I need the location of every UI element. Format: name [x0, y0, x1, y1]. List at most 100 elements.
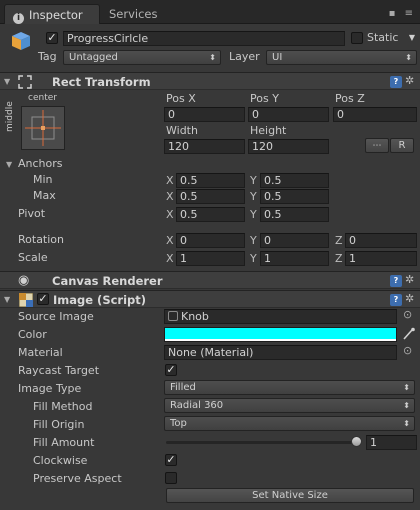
object-name-field[interactable]: ProgressCirlcle [63, 31, 345, 46]
width-header: Width [166, 124, 198, 137]
anchors-label: Anchors [18, 157, 63, 170]
rotation-label: Rotation [18, 233, 65, 246]
preserve-aspect-checkbox[interactable] [165, 472, 177, 484]
pivot-x-axis-label: X [166, 208, 174, 221]
tag-dropdown[interactable]: Untagged ⬍ [63, 50, 221, 65]
rotation-y-field[interactable]: 0 [260, 233, 329, 248]
fill-amount-field[interactable]: 1 [366, 435, 417, 450]
source-image-field[interactable]: Knob [164, 309, 397, 324]
help-icon[interactable]: ? [390, 275, 402, 287]
pos-y-field[interactable]: 0 [248, 107, 329, 122]
static-label: Static [367, 31, 399, 44]
pivot-label: Pivot [18, 207, 46, 220]
clockwise-label: Clockwise [33, 454, 88, 467]
pivot-y-field[interactable]: 0.5 [260, 207, 329, 222]
material-field[interactable]: None (Material) [164, 345, 397, 360]
gear-icon[interactable]: ✲ [405, 293, 417, 305]
pivot-x-field[interactable]: 0.5 [176, 207, 245, 222]
raycast-target-label: Raycast Target [18, 364, 100, 377]
fold-arrow-icon[interactable]: ▼ [4, 295, 10, 304]
sprite-icon [168, 311, 178, 321]
clockwise-checkbox[interactable]: ✓ [165, 454, 177, 466]
active-checkbox[interactable]: ✓ [46, 32, 58, 44]
fill-amount-slider-handle[interactable] [351, 436, 362, 447]
anchor-min-y-field[interactable]: 0.5 [260, 173, 329, 188]
rot-y-axis-label: Y [250, 234, 257, 247]
help-icon[interactable]: ? [390, 294, 402, 306]
object-picker-icon[interactable]: ⊙ [403, 308, 412, 321]
fill-amount-slider-track[interactable] [166, 441, 358, 444]
source-image-label: Source Image [18, 310, 94, 323]
max-x-axis-label: X [166, 190, 174, 203]
color-label: Color [18, 328, 47, 341]
pos-y-header: Pos Y [250, 92, 279, 105]
static-checkbox[interactable] [351, 32, 363, 44]
anchor-horizontal-label: center [28, 93, 57, 103]
rect-transform-header[interactable]: ▼ Rect Transform ? ✲ [0, 72, 420, 90]
gear-icon[interactable]: ✲ [405, 274, 417, 286]
scale-y-axis-label: Y [250, 252, 257, 265]
raycast-target-checkbox[interactable]: ✓ [165, 364, 177, 376]
preserve-aspect-label: Preserve Aspect [33, 472, 122, 485]
eyedropper-icon[interactable] [402, 327, 415, 341]
anchor-vertical-label: middle [5, 101, 15, 132]
scale-z-field[interactable]: 1 [345, 251, 417, 266]
tab-services[interactable]: Services [101, 4, 171, 24]
material-label: Material [18, 346, 63, 359]
window-menu-icon[interactable]: ▪ ≡ [389, 8, 416, 19]
color-swatch[interactable] [164, 327, 397, 342]
min-y-axis-label: Y [250, 174, 257, 187]
layer-label: Layer [229, 50, 260, 63]
rotation-z-field[interactable]: 0 [345, 233, 417, 248]
rect-transform-title: Rect Transform [52, 75, 151, 89]
image-script-title: Image (Script) [53, 293, 147, 307]
anchor-min-x-field[interactable]: 0.5 [176, 173, 245, 188]
pos-x-header: Pos X [166, 92, 196, 105]
image-type-label: Image Type [18, 382, 82, 395]
pos-z-header: Pos Z [335, 92, 365, 105]
canvas-renderer-header[interactable]: ◉ Canvas Renderer ? ✲ [0, 271, 420, 289]
anchor-max-y-field[interactable]: 0.5 [260, 189, 329, 204]
min-label: Min [33, 173, 53, 186]
gameobject-cube-icon [12, 32, 30, 50]
tab-inspector[interactable]: i Inspector [4, 4, 100, 24]
rot-z-axis-label: Z [335, 234, 343, 247]
anchor-presets-button[interactable] [21, 106, 65, 150]
anchors-fold-icon[interactable]: ▼ [6, 160, 12, 169]
raw-edit-button[interactable]: R [390, 138, 414, 153]
gear-icon[interactable]: ✲ [405, 75, 417, 87]
image-script-header[interactable]: ▼ ✓ Image (Script) ? ✲ [0, 290, 420, 308]
help-icon[interactable]: ? [390, 76, 402, 88]
min-x-axis-label: X [166, 174, 174, 187]
fold-arrow-icon[interactable]: ▼ [4, 77, 10, 86]
static-dropdown[interactable]: ▼ [403, 31, 417, 46]
scale-x-field[interactable]: 1 [176, 251, 245, 266]
tag-label: Tag [38, 50, 57, 63]
pos-x-field[interactable]: 0 [164, 107, 245, 122]
scale-label: Scale [18, 251, 48, 264]
image-type-dropdown[interactable]: Filled ⬍ [164, 380, 415, 395]
image-component-icon [19, 293, 33, 307]
rect-transform-icon [18, 75, 32, 89]
width-field[interactable]: 120 [164, 139, 245, 154]
scale-x-axis-label: X [166, 252, 174, 265]
scale-y-field[interactable]: 1 [260, 251, 329, 266]
pos-z-field[interactable]: 0 [333, 107, 417, 122]
object-picker-icon[interactable]: ⊙ [403, 344, 412, 357]
height-field[interactable]: 120 [248, 139, 329, 154]
fill-amount-label: Fill Amount [33, 436, 95, 449]
layer-dropdown[interactable]: UI ⬍ [266, 50, 417, 65]
blueprint-mode-button[interactable]: ⋯ [365, 138, 389, 153]
set-native-size-button[interactable]: Set Native Size [166, 488, 414, 503]
anchor-max-x-field[interactable]: 0.5 [176, 189, 245, 204]
fill-origin-label: Fill Origin [33, 418, 85, 431]
fill-method-label: Fill Method [33, 400, 93, 413]
max-y-axis-label: Y [250, 190, 257, 203]
image-enabled-checkbox[interactable]: ✓ [37, 293, 49, 305]
rotation-x-field[interactable]: 0 [176, 233, 245, 248]
scale-z-axis-label: Z [335, 252, 343, 265]
max-label: Max [33, 189, 56, 202]
fill-origin-dropdown[interactable]: Top ⬍ [164, 416, 415, 431]
pivot-y-axis-label: Y [250, 208, 257, 221]
fill-method-dropdown[interactable]: Radial 360 ⬍ [164, 398, 415, 413]
